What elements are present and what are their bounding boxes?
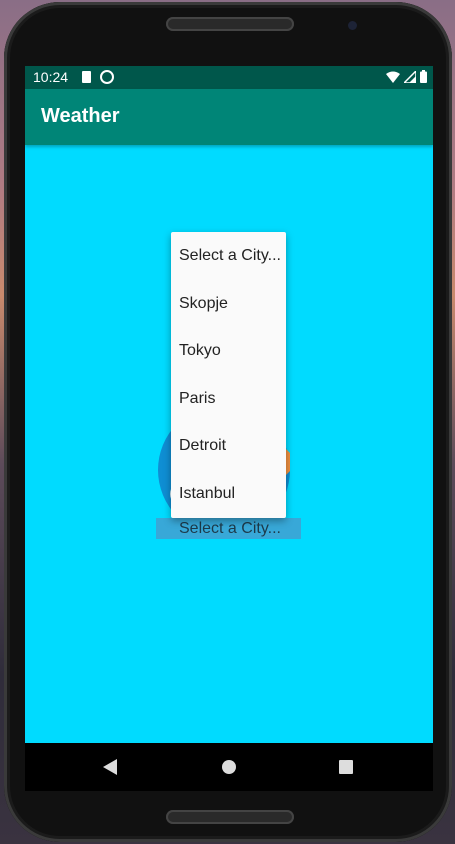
sync-icon [100, 70, 114, 84]
app-bar: Weather [25, 89, 433, 145]
dropdown-option-istanbul[interactable]: Istanbul [171, 470, 286, 518]
back-icon[interactable] [103, 759, 117, 775]
status-icons [386, 70, 427, 83]
recents-icon[interactable] [339, 760, 353, 774]
front-camera [348, 21, 357, 30]
city-spinner[interactable]: Select a City... [156, 518, 301, 539]
dropdown-option-skopje[interactable]: Skopje [171, 280, 286, 328]
status-time: 10:24 [33, 69, 69, 85]
city-dropdown-menu: Select a City... Skopje Tokyo Paris Detr… [171, 232, 286, 518]
wifi-icon [386, 71, 400, 83]
sd-card-icon [82, 71, 91, 83]
battery-icon [420, 70, 427, 83]
app-title: Weather [41, 105, 120, 127]
top-speaker [166, 17, 294, 31]
dropdown-option-paris[interactable]: Paris [171, 375, 286, 423]
status-bar: 10:24 [25, 66, 433, 89]
navigation-bar [25, 743, 433, 791]
signal-icon [404, 70, 416, 83]
dropdown-option-tokyo[interactable]: Tokyo [171, 327, 286, 375]
app-screen: 10:24 Weather Select a City... Select a … [25, 66, 433, 791]
bottom-speaker [166, 810, 294, 824]
dropdown-option-select-a-city[interactable]: Select a City... [171, 232, 286, 280]
dropdown-option-detroit[interactable]: Detroit [171, 422, 286, 470]
home-icon[interactable] [222, 760, 236, 774]
